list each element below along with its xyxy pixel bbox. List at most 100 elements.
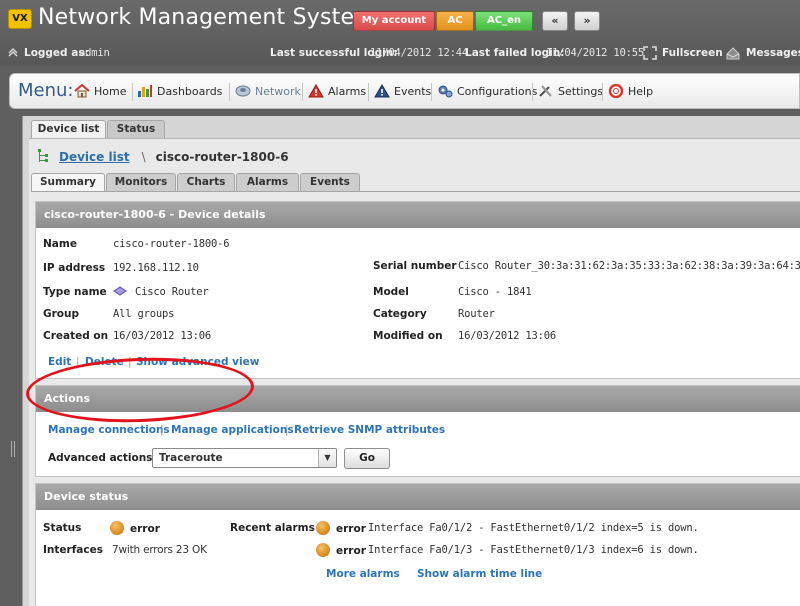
menu-label: Menu: [18,80,74,101]
modified-on-value: 16/03/2012 13:06 [458,330,556,342]
menu-item-settings[interactable]: Settings [538,84,603,98]
link-separator: | [76,356,80,368]
category-value: Router [458,308,495,320]
status-label: Status [43,522,82,534]
forward-button[interactable]: » [574,11,600,31]
menu-separator [602,83,603,101]
tab-device-list[interactable]: Device list [31,120,106,138]
actions-heading: Actions [36,386,800,412]
settings-icon [539,85,552,97]
events-icon [374,84,390,98]
breadcrumb-device-list[interactable]: Device list [59,150,130,164]
top-bar: VX Network Management System My account … [0,0,800,66]
advanced-actions-selected: Traceroute [159,452,223,464]
name-value: cisco-router-1800-6 [113,238,230,250]
messages-link[interactable]: Messages [746,47,800,59]
tab-alarms[interactable]: Alarms [236,173,299,191]
alarm-row[interactable]: error [316,543,366,557]
main-content: Device list Status Device list \ cisco-rou… [22,116,800,606]
menu-separator [532,83,533,101]
menu-item-configurations[interactable]: Configurations [437,84,537,98]
menu-item-help[interactable]: Help [608,84,653,98]
created-on-label: Created on [43,330,109,342]
alarm-time-line-link[interactable]: Show alarm time line [417,568,542,580]
link-separator: | [160,424,164,436]
back-button[interactable]: « [542,11,568,31]
ac-button[interactable]: AC [436,11,474,31]
delete-link[interactable]: Delete [85,356,124,368]
ac-en-button[interactable]: AC_en [475,11,533,31]
app-title: Network Management System [38,5,376,30]
breadcrumb-current: cisco-router-1800-6 [155,150,289,164]
user-bar: Logged as: admin Last successful login: … [0,44,800,64]
menu-item-dashboards[interactable]: Dashboards [137,84,222,98]
tab-monitors[interactable]: Monitors [106,173,176,191]
my-account-button[interactable]: My account [353,11,435,31]
created-on-value: 16/03/2012 13:06 [113,330,211,342]
alarm-row[interactable]: error [316,521,366,535]
device-panel: Device list \ cisco-router-1800-6 Summary … [29,138,800,606]
error-status-icon [110,521,124,535]
category-label: Category [373,308,427,320]
serial-number-value: Cisco Router_30:3a:31:62:3a:35:33:3a:62:… [458,260,800,272]
device-status-section: Device status Status error Interfaces 7w… [35,483,800,606]
collapse-up-icon[interactable] [8,47,18,60]
tab-status[interactable]: Status [107,120,165,138]
help-icon [608,84,624,98]
menu-separator [368,83,369,101]
menu-separator [229,83,230,101]
last-success-value: 11/04/2012 12:44 [370,47,468,59]
name-label: Name [43,238,77,250]
advanced-actions-label: Advanced actions [48,452,153,464]
home-icon [74,84,90,98]
model-value: Cisco - 1841 [458,286,532,298]
menu-item-events[interactable]: Events [374,84,431,98]
manage-connections-link[interactable]: Manage connections [48,424,170,436]
edit-link[interactable]: Edit [48,356,71,368]
configurations-icon [438,85,453,98]
ip-address-label: IP address [43,262,106,274]
show-advanced-view-link[interactable]: Show advanced view [136,356,259,368]
menu-item-network[interactable]: Network [235,84,301,98]
interfaces-label: Interfaces [43,544,103,556]
error-status-icon [316,521,330,535]
menu-bar: Menu: Home Dashboards Network Alarms Eve… [9,73,800,109]
more-alarms-link[interactable]: More alarms [326,568,400,580]
alarm-text: Interface Fa0/1/3 - FastEthernet0/1/3 in… [368,544,699,556]
actions-section: Actions Manage connections | Manage appl… [35,385,800,477]
messages-icon[interactable] [726,46,740,63]
menu-item-home[interactable]: Home [74,84,126,98]
go-button[interactable]: Go [344,448,390,469]
tab-charts[interactable]: Charts [177,173,235,191]
router-icon [113,286,127,296]
type-name-label: Type name [43,286,107,298]
recent-alarms-label: Recent alarms [230,522,315,534]
last-failed-value: 11/04/2012 10:55 [546,47,644,59]
modified-on-label: Modified on [373,330,443,342]
fullscreen-link[interactable]: Fullscreen [662,47,723,59]
logged-as-value: admin [79,47,110,59]
network-icon [235,85,251,97]
menu-item-alarms[interactable]: Alarms [308,84,366,98]
breadcrumb-separator: \ [141,150,146,164]
menu-separator [431,83,432,101]
retrieve-snmp-link[interactable]: Retrieve SNMP attributes [294,424,445,436]
ip-address-value: 192.168.112.10 [113,262,199,274]
group-value: All groups [113,308,175,320]
panel-splitter[interactable] [11,441,17,459]
group-label: Group [43,308,80,320]
type-name-value: Cisco Router [113,286,209,298]
model-label: Model [373,286,409,298]
dashboard-icon [138,85,152,97]
device-status-heading: Device status [36,484,800,510]
chevron-down-icon[interactable]: ▼ [318,449,336,467]
error-status-icon [316,543,330,557]
manage-applications-link[interactable]: Manage applications [171,424,294,436]
interfaces-value: 7with errors 23 OK [112,544,207,556]
device-details-heading: cisco-router-1800-6 - Device details [36,202,800,228]
tab-events[interactable]: Events [300,173,360,191]
fullscreen-icon[interactable] [643,46,657,63]
tab-summary[interactable]: Summary [31,173,105,192]
advanced-actions-select[interactable]: Traceroute ▼ [152,448,337,468]
serial-number-label: Serial number [373,260,457,272]
